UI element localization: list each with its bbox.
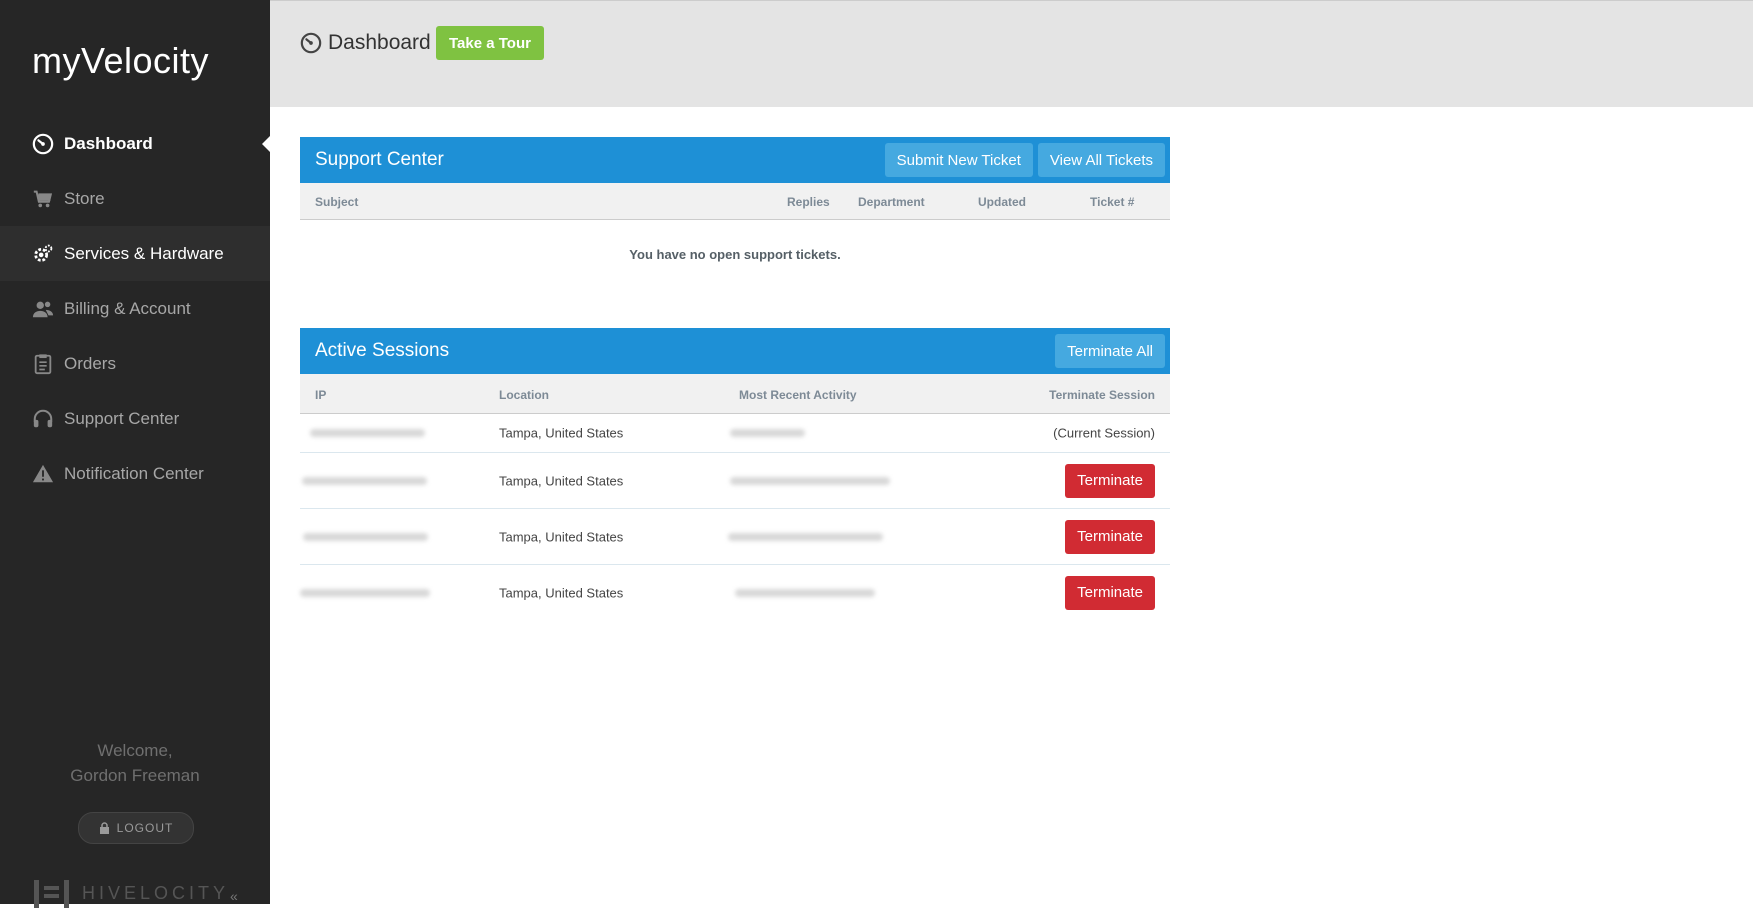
sidebar-item-label: Support Center [64, 408, 180, 428]
active-sessions-title: Active Sessions [315, 340, 450, 361]
column-header-ticket-number[interactable]: Ticket # [1090, 195, 1134, 209]
brand-logo[interactable]: myVelocity [32, 40, 209, 82]
user-name: Gordon Freeman [70, 766, 200, 785]
support-center-title: Support Center [315, 149, 444, 170]
session-location: Tampa, United States [499, 529, 624, 544]
active-sessions-header: Active Sessions Terminate All [300, 328, 1170, 374]
sidebar-item-store[interactable]: Store [0, 171, 270, 226]
redacted-activity [730, 476, 890, 485]
session-row: Tampa, United States Terminate [300, 453, 1170, 509]
redacted-ip [302, 476, 427, 485]
sidebar: myVelocity Dashboard Store Services & Ha… [0, 0, 270, 908]
sidebar-item-label: Store [64, 188, 105, 208]
session-location: Tampa, United States [499, 473, 624, 488]
session-row: Tampa, United States Terminate [300, 565, 1170, 620]
column-header-ip: IP [315, 388, 327, 402]
cart-icon [32, 188, 54, 210]
support-center-panel: Support Center Submit New Ticket View Al… [300, 137, 1170, 280]
sidebar-item-dashboard[interactable]: Dashboard [0, 116, 270, 171]
hivelocity-logo-text: HIVELOCITY [82, 882, 230, 903]
column-header-subject[interactable]: Subject [315, 195, 358, 209]
terminate-session-button[interactable]: Terminate [1065, 463, 1155, 498]
view-all-tickets-button[interactable]: View All Tickets [1037, 143, 1165, 177]
redacted-activity [728, 532, 883, 541]
column-header-replies[interactable]: Replies [787, 195, 830, 209]
submit-new-ticket-button[interactable]: Submit New Ticket [884, 143, 1033, 177]
sidebar-item-label: Billing & Account [64, 298, 191, 318]
session-row: Tampa, United States Terminate [300, 509, 1170, 565]
gear-icon [32, 243, 54, 265]
column-header-location: Location [499, 388, 549, 402]
session-location: Tampa, United States [499, 425, 624, 441]
lock-icon [99, 822, 109, 834]
terminate-session-button[interactable]: Terminate [1065, 519, 1155, 554]
tickets-table-header: Subject Replies Department Updated Ticke… [300, 183, 1170, 220]
sidebar-item-billing[interactable]: Billing & Account [0, 281, 270, 336]
redacted-activity [735, 588, 875, 597]
sidebar-item-notifications[interactable]: Notification Center [0, 446, 270, 501]
session-row: Tampa, United States (Current Session) [300, 414, 1170, 453]
headset-icon [32, 408, 54, 430]
sessions-table-header: IP Location Most Recent Activity Termina… [300, 374, 1170, 414]
support-center-header: Support Center Submit New Ticket View Al… [300, 137, 1170, 183]
warning-icon [32, 463, 54, 485]
terminate-all-button[interactable]: Terminate All [1055, 334, 1165, 368]
session-location: Tampa, United States [499, 585, 624, 600]
sidebar-item-services[interactable]: Services & Hardware [0, 226, 270, 281]
redacted-ip [300, 588, 430, 597]
sidebar-item-label: Services & Hardware [64, 243, 224, 263]
sidebar-item-support[interactable]: Support Center [0, 391, 270, 446]
users-icon [32, 298, 54, 320]
clipboard-icon [32, 353, 54, 375]
page-title-text: Dashboard [328, 31, 431, 54]
dashboard-icon [32, 133, 54, 155]
logout-label: LOGOUT [116, 821, 174, 835]
column-header-department[interactable]: Department [858, 195, 925, 209]
redacted-ip [310, 429, 425, 437]
sidebar-item-label: Orders [64, 353, 116, 373]
page-header: Dashboard Take a Tour [270, 0, 1753, 107]
logout-button[interactable]: LOGOUT [78, 812, 194, 844]
welcome-line: Welcome, [97, 741, 173, 760]
active-sessions-panel: Active Sessions Terminate All IP Locatio… [300, 328, 1170, 620]
no-tickets-message: You have no open support tickets. [629, 247, 841, 262]
column-header-updated[interactable]: Updated [978, 195, 1026, 209]
collapse-sidebar-icon[interactable]: « [230, 888, 238, 904]
sidebar-item-label: Notification Center [64, 463, 204, 483]
sidebar-nav: Dashboard Store Services & Hardware Bill… [0, 116, 270, 501]
column-header-recent-activity: Most Recent Activity [739, 388, 857, 402]
sidebar-item-orders[interactable]: Orders [0, 336, 270, 391]
dashboard-icon [300, 32, 322, 54]
column-header-terminate-session: Terminate Session [1049, 388, 1155, 402]
terminate-session-button[interactable]: Terminate [1065, 575, 1155, 610]
take-tour-button[interactable]: Take a Tour [436, 26, 544, 60]
redacted-activity [730, 429, 805, 437]
page-title: Dashboard [300, 31, 431, 55]
redacted-ip [303, 532, 428, 541]
current-session-label: (Current Session) [1053, 425, 1155, 441]
welcome-message: Welcome, Gordon Freeman [0, 738, 270, 788]
sidebar-item-label: Dashboard [64, 133, 153, 153]
